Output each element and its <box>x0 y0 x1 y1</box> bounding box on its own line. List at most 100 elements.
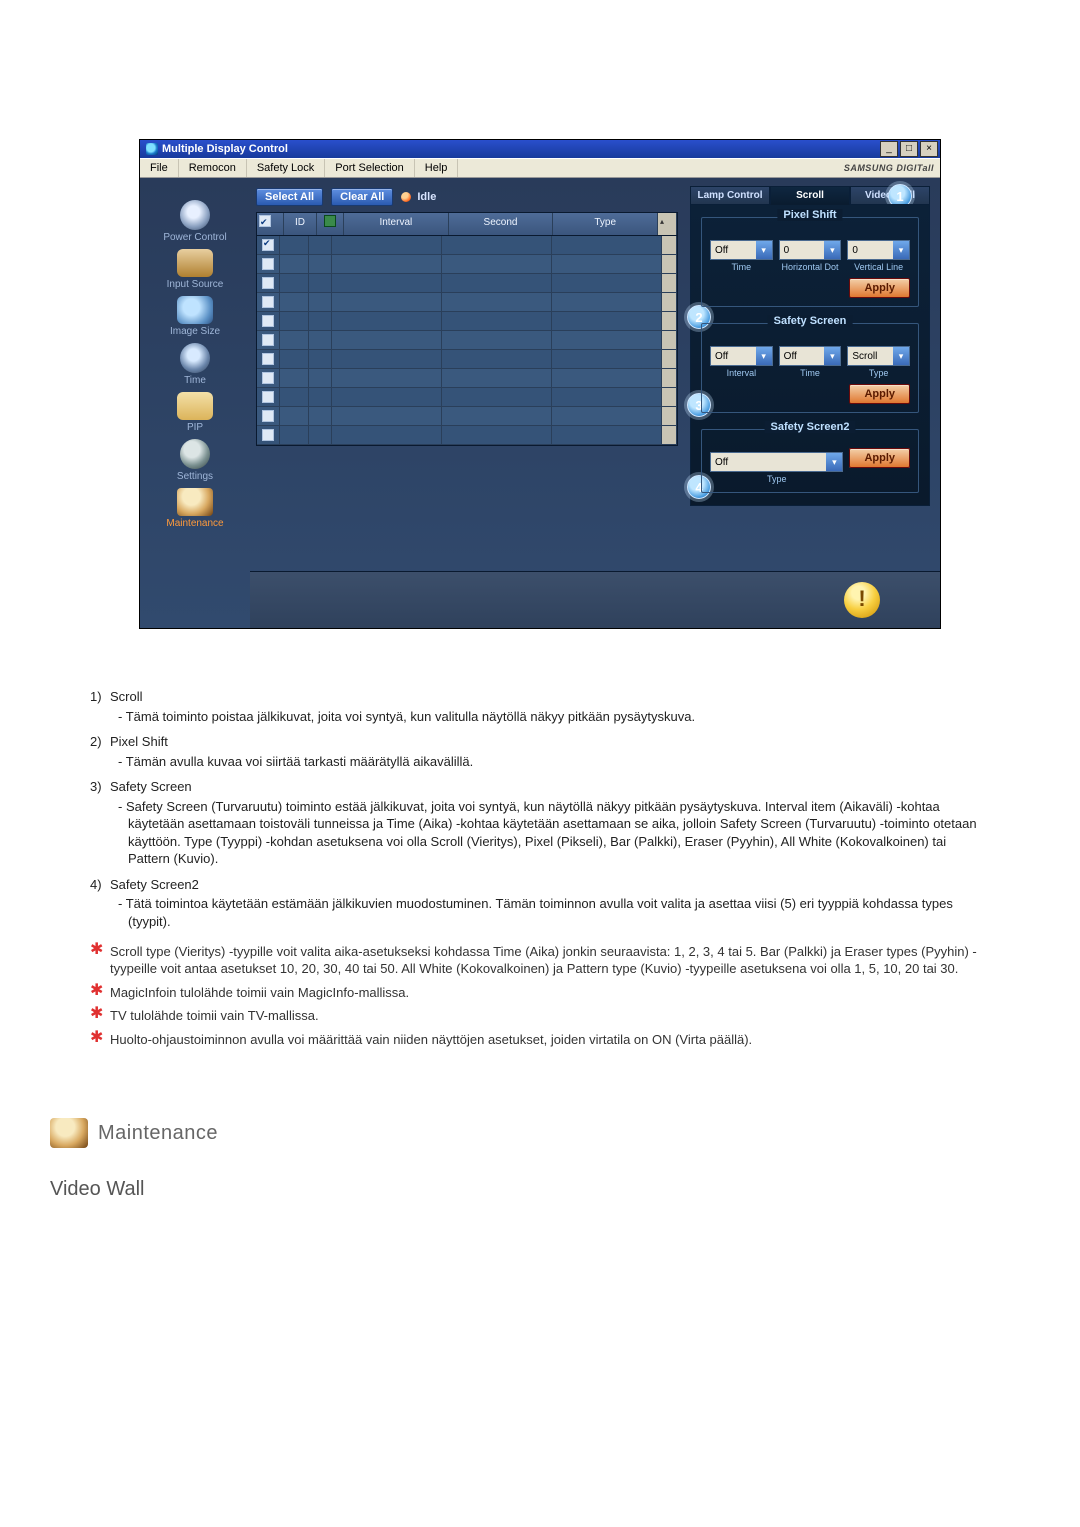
menu-port-selection[interactable]: Port Selection <box>325 159 414 177</box>
row-check-cell[interactable] <box>257 236 280 254</box>
sidebar-item-label: Time <box>184 375 206 386</box>
row-check-cell[interactable] <box>257 388 280 406</box>
scrollbar-track[interactable] <box>662 350 677 368</box>
scrollbar-track[interactable] <box>662 274 677 292</box>
maximize-button[interactable]: □ <box>900 141 918 157</box>
row-interval-cell <box>332 388 442 406</box>
checkbox-icon[interactable] <box>262 429 274 441</box>
star-icon: ✱ <box>90 943 104 978</box>
tab-lamp-control[interactable]: Lamp Control <box>690 186 770 205</box>
checkbox-icon[interactable] <box>262 334 274 346</box>
chevron-down-icon: ▾ <box>893 347 909 365</box>
select-value: Scroll <box>852 351 877 362</box>
sidebar-item-time[interactable]: Time <box>180 343 210 386</box>
row-check-cell[interactable] <box>257 255 280 273</box>
row-second-cell <box>442 274 552 292</box>
table-row[interactable] <box>257 426 677 445</box>
scrollbar-track[interactable] <box>662 426 677 444</box>
row-check-cell[interactable] <box>257 331 280 349</box>
row-check-cell[interactable] <box>257 369 280 387</box>
sidebar-item-maintenance[interactable]: Maintenance <box>166 488 223 529</box>
safety-time-select[interactable]: Off ▾ <box>779 346 842 366</box>
menu-file[interactable]: File <box>140 159 179 177</box>
row-status-cell <box>309 331 332 349</box>
select-all-button[interactable]: Select All <box>256 188 323 206</box>
row-id-cell <box>280 369 309 387</box>
checkbox-icon[interactable] <box>262 372 274 384</box>
table-row[interactable] <box>257 236 677 255</box>
row-check-cell[interactable] <box>257 426 280 444</box>
close-button[interactable]: × <box>920 141 938 157</box>
safety2-type-select[interactable]: Off ▾ <box>710 452 843 472</box>
table-row[interactable] <box>257 350 677 369</box>
sidebar-item-settings[interactable]: Settings <box>177 439 213 482</box>
safety-interval-select[interactable]: Off ▾ <box>710 346 773 366</box>
row-interval-cell <box>332 369 442 387</box>
menu-help[interactable]: Help <box>415 159 459 177</box>
scrollbar-track[interactable] <box>662 407 677 425</box>
list-item-4: 4)Safety Screen2 - Tätä toimintoa käytet… <box>90 876 990 931</box>
sidebar-item-image-size[interactable]: Image Size <box>170 296 220 337</box>
checkbox-icon[interactable] <box>262 391 274 403</box>
table-row[interactable] <box>257 331 677 350</box>
check-all-icon[interactable] <box>259 215 271 227</box>
pixel-shift-hdot-select[interactable]: 0 ▾ <box>779 240 842 260</box>
list-item-3-text: - Safety Screen (Turvaruutu) toiminto es… <box>118 798 990 868</box>
safety-screen-apply-button[interactable]: Apply <box>849 384 910 404</box>
col-header-type: Type <box>553 213 658 235</box>
checkbox-icon[interactable] <box>262 353 274 365</box>
tab-scroll[interactable]: Scroll <box>770 186 850 205</box>
clear-all-button[interactable]: Clear All <box>331 188 393 206</box>
pixel-shift-apply-button[interactable]: Apply <box>849 278 910 298</box>
row-second-cell <box>442 236 552 254</box>
scroll-up-button[interactable] <box>658 213 677 235</box>
checkbox-icon[interactable] <box>262 239 274 251</box>
display-grid: ID Interval Second Type <box>256 212 678 446</box>
row-interval-cell <box>332 407 442 425</box>
table-row[interactable] <box>257 407 677 426</box>
pixel-shift-time-select[interactable]: Off ▾ <box>710 240 773 260</box>
row-check-cell[interactable] <box>257 312 280 330</box>
brand-label: SAMSUNG DIGITall <box>844 163 934 173</box>
pixel-shift-vline-select[interactable]: 0 ▾ <box>847 240 910 260</box>
safety-type-select[interactable]: Scroll ▾ <box>847 346 910 366</box>
table-row[interactable] <box>257 369 677 388</box>
checkbox-icon[interactable] <box>262 258 274 270</box>
scrollbar-track[interactable] <box>662 236 677 254</box>
row-check-cell[interactable] <box>257 350 280 368</box>
row-check-cell[interactable] <box>257 407 280 425</box>
menu-safety-lock[interactable]: Safety Lock <box>247 159 325 177</box>
table-row[interactable] <box>257 255 677 274</box>
safety-screen2-apply-button[interactable]: Apply <box>849 448 910 468</box>
caption-hdot: Horizontal Dot <box>779 262 842 272</box>
minimize-button[interactable]: _ <box>880 141 898 157</box>
scrollbar-track[interactable] <box>662 293 677 311</box>
checkbox-icon[interactable] <box>262 277 274 289</box>
scrollbar-track[interactable] <box>662 369 677 387</box>
checkbox-icon[interactable] <box>262 315 274 327</box>
sidebar-item-label: Power Control <box>163 232 226 243</box>
idle-dot-icon <box>401 192 411 202</box>
table-row[interactable] <box>257 312 677 331</box>
row-type-cell <box>552 407 662 425</box>
col-header-id: ID <box>284 213 317 235</box>
row-id-cell <box>280 407 309 425</box>
row-check-cell[interactable] <box>257 274 280 292</box>
scrollbar-track[interactable] <box>662 312 677 330</box>
table-row[interactable] <box>257 293 677 312</box>
scrollbar-track[interactable] <box>662 388 677 406</box>
sidebar-item-input-source[interactable]: Input Source <box>167 249 224 290</box>
checkbox-icon[interactable] <box>262 410 274 422</box>
row-status-cell <box>309 350 332 368</box>
row-type-cell <box>552 331 662 349</box>
table-row[interactable] <box>257 388 677 407</box>
sidebar-item-power-control[interactable]: Power Control <box>163 200 226 243</box>
scrollbar-track[interactable] <box>662 255 677 273</box>
table-row[interactable] <box>257 274 677 293</box>
menu-remocon[interactable]: Remocon <box>179 159 247 177</box>
legend-safety-screen: Safety Screen <box>768 315 853 327</box>
checkbox-icon[interactable] <box>262 296 274 308</box>
sidebar-item-pip[interactable]: PIP <box>177 392 213 433</box>
row-check-cell[interactable] <box>257 293 280 311</box>
scrollbar-track[interactable] <box>662 331 677 349</box>
